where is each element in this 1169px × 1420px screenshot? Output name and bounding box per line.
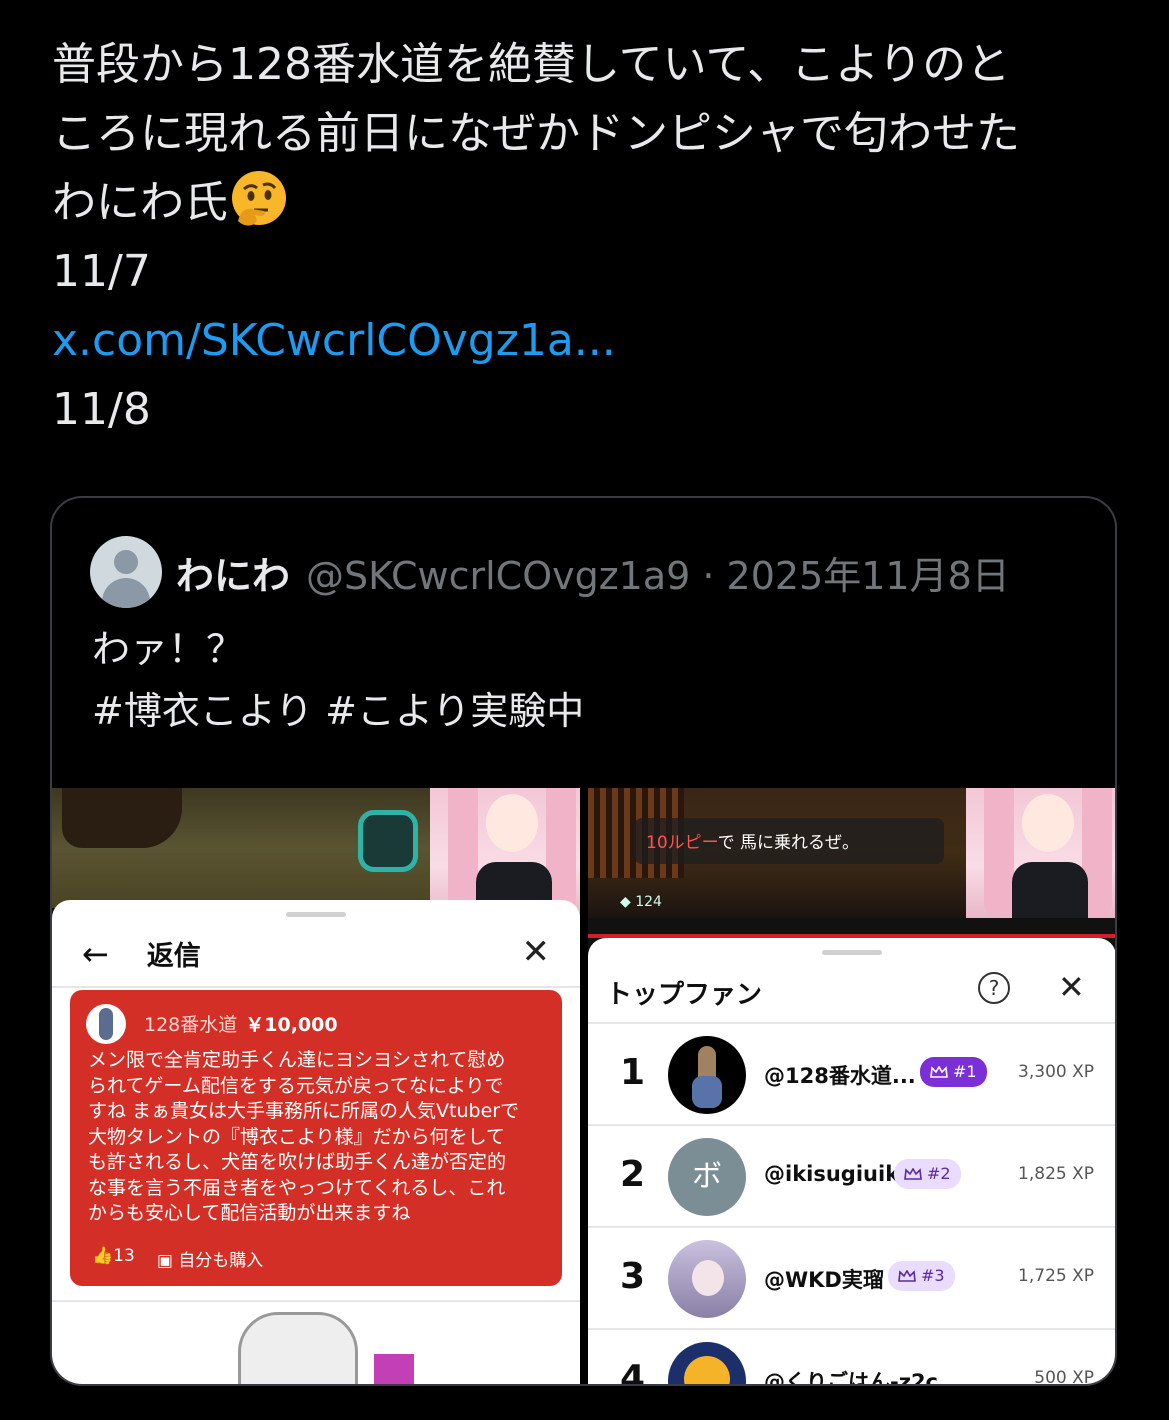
rank-badge-label: #2 [927,1164,951,1183]
top-fans-title: トップファン [606,980,763,1010]
superchat-message-line: も許されるし、犬笛を吹けば助手くん達が否定的 [88,1151,507,1173]
tiger-avatar-icon [668,1342,746,1384]
fan-xp: 500 XP [1034,1368,1094,1386]
rank-badge: #2 [894,1159,961,1189]
tweet-line-3: わにわ氏 [52,168,1132,237]
fan-handle: @くりごはん-z2c [764,1370,938,1386]
fan-row[interactable]: 4 @くりごはん-z2c 500 XP [588,1330,1115,1386]
minimap-icon [358,810,418,872]
superchat-sender: 128番水道 ￥10,000 [144,1010,338,1037]
quote-handle-date: @SKCwcrlCOvgz1a9 · 2025年11月8日 [306,553,1010,598]
sticker-image [374,1354,414,1384]
rank-badge-label: #1 [953,1062,977,1081]
game-dialog: 10ルピーで 馬に乗れるぜ。 [634,818,944,864]
fan-rank: 2 [620,1154,646,1195]
back-arrow-icon[interactable]: ← [82,935,109,973]
help-icon[interactable]: ? [978,972,1010,1004]
tweet-line-1: 普段から128番水道を絶賛していて、こよりのと [52,39,1011,90]
superchat-message-line: すね まぁ貴女は大手事務所に所属の人気Vtuberで [88,1100,520,1122]
anime-avatar-icon [668,1240,746,1318]
superchat-message-line: 大物タレントの『博衣こより様』だから何をして [88,1125,506,1148]
sticker-image [238,1312,358,1384]
letter-avatar: ボ [668,1138,746,1216]
media-image-right[interactable]: 10ルピーで 馬に乗れるぜ。 ◆ 124 トップファン ? ✕ 1 @128番水… [588,788,1115,1386]
rank-badge: #1 [920,1057,987,1087]
quote-author-name[interactable]: わにわ [176,545,290,600]
reply-sheet-title: 返信 [146,941,201,972]
thinking-face-icon [232,171,286,226]
tweet-date-1: 11/7 [52,246,151,297]
quote-body-line-1: わァ！？ [92,627,245,671]
tweet-link[interactable]: x.com/SKCwcrlCOvgz1a... [52,306,1132,375]
rabbit-avatar-icon [668,1036,746,1114]
buy-button-label: 自分も購入 [178,1251,264,1271]
default-avatar-icon[interactable] [90,536,162,608]
like-button[interactable]: 👍13 [92,1246,135,1271]
quoted-tweet[interactable]: わにわ @SKCwcrlCOvgz1a9 · 2025年11月8日 わァ！？ #… [50,496,1117,1386]
buy-button[interactable]: ▣ 自分も購入 [157,1246,263,1271]
superchat-message-line: な事を言う不届き者をやっつけてくれるし、これ [88,1176,506,1199]
superchat-amount: ￥10,000 [245,1014,338,1036]
quote-body: わァ！？ #博衣こより #こより実験中 [92,618,584,742]
tweet-text: 普段から128番水道を絶賛していて、こよりのと ころに現れる前日になぜかドンピシ… [52,30,1132,444]
fan-xp: 1,725 XP [1018,1266,1094,1286]
rank-badge-label: #3 [921,1266,945,1285]
fan-handle: @128番水道... [764,1064,916,1088]
fan-row[interactable]: 2 ボ @ikisugiuik #2 1,825 XP [588,1126,1115,1226]
superchat-card: 128番水道 ￥10,000 メン限で全肯定助手くん達にヨシヨシされて慰め られて… [70,990,562,1286]
game-dialog-text: で 馬に乗れるぜ。 [717,833,860,853]
fan-handle: @ikisugiuik [764,1162,900,1186]
fan-rank: 3 [620,1256,646,1297]
close-icon[interactable]: ✕ [522,932,551,972]
rabbit-avatar-icon [86,1004,126,1044]
fan-rank: 1 [620,1052,646,1093]
quote-header: わにわ @SKCwcrlCOvgz1a9 · 2025年11月8日 [90,536,1010,608]
superchat-message-line: られてゲーム配信をする元気が戻ってなによりで [88,1074,504,1097]
rupee-counter: ◆ 124 [620,894,662,910]
vtuber-avatar-right [966,788,1115,918]
divider [52,1300,580,1302]
sheet-handle[interactable] [822,950,882,955]
divider [52,986,580,988]
superchat-message: メン限で全肯定助手くん達にヨシヨシされて慰め られてゲーム配信をする元気が戻って… [88,1048,548,1227]
fan-xp: 1,825 XP [1018,1164,1094,1184]
reply-sheet-header: ← 返信 [82,934,201,973]
quote-hashtags[interactable]: #博衣こより #こより実験中 [92,680,584,742]
game-dialog-price: 10ルピー [646,833,718,853]
tweet-line-3-text: わにわ氏 [52,177,228,228]
fan-xp: 3,300 XP [1018,1062,1094,1082]
superchat-message-line: からも安心して配信活動が出来ますね [88,1202,411,1224]
media-image-left[interactable]: ← 返信 ✕ 128番水道 ￥10,000 メン限で全肯定助手くん達にヨシヨシされ… [52,788,580,1384]
crown-icon [898,1270,916,1282]
superchat-actions: 👍13 ▣ 自分も購入 [92,1246,263,1271]
superchat-user: 128番水道 [144,1014,238,1036]
rank-badge: #3 [888,1261,955,1291]
top-fans-sheet: トップファン ? ✕ 1 @128番水道... #1 3,300 XP 2 ボ … [588,938,1115,1386]
superchat-message-line: メン限で全肯定助手くん達にヨシヨシされて慰め [88,1049,506,1071]
rupee-count: 124 [635,894,662,910]
vtuber-avatar-left [430,788,580,918]
crown-icon [930,1066,948,1078]
fan-rank: 4 [620,1358,646,1386]
fan-row[interactable]: 1 @128番水道... #1 3,300 XP [588,1024,1115,1124]
tweet-date-2: 11/8 [52,384,151,435]
sheet-handle[interactable] [286,912,346,917]
fan-row[interactable]: 3 @WKD実瑠 #3 1,725 XP [588,1228,1115,1328]
crown-icon [904,1168,922,1180]
close-icon[interactable]: ✕ [1058,968,1085,1006]
fan-handle: @WKD実瑠 [764,1268,884,1292]
tweet-line-2: ころに現れる前日になぜかドンピシャで匂わせた [52,108,1020,159]
